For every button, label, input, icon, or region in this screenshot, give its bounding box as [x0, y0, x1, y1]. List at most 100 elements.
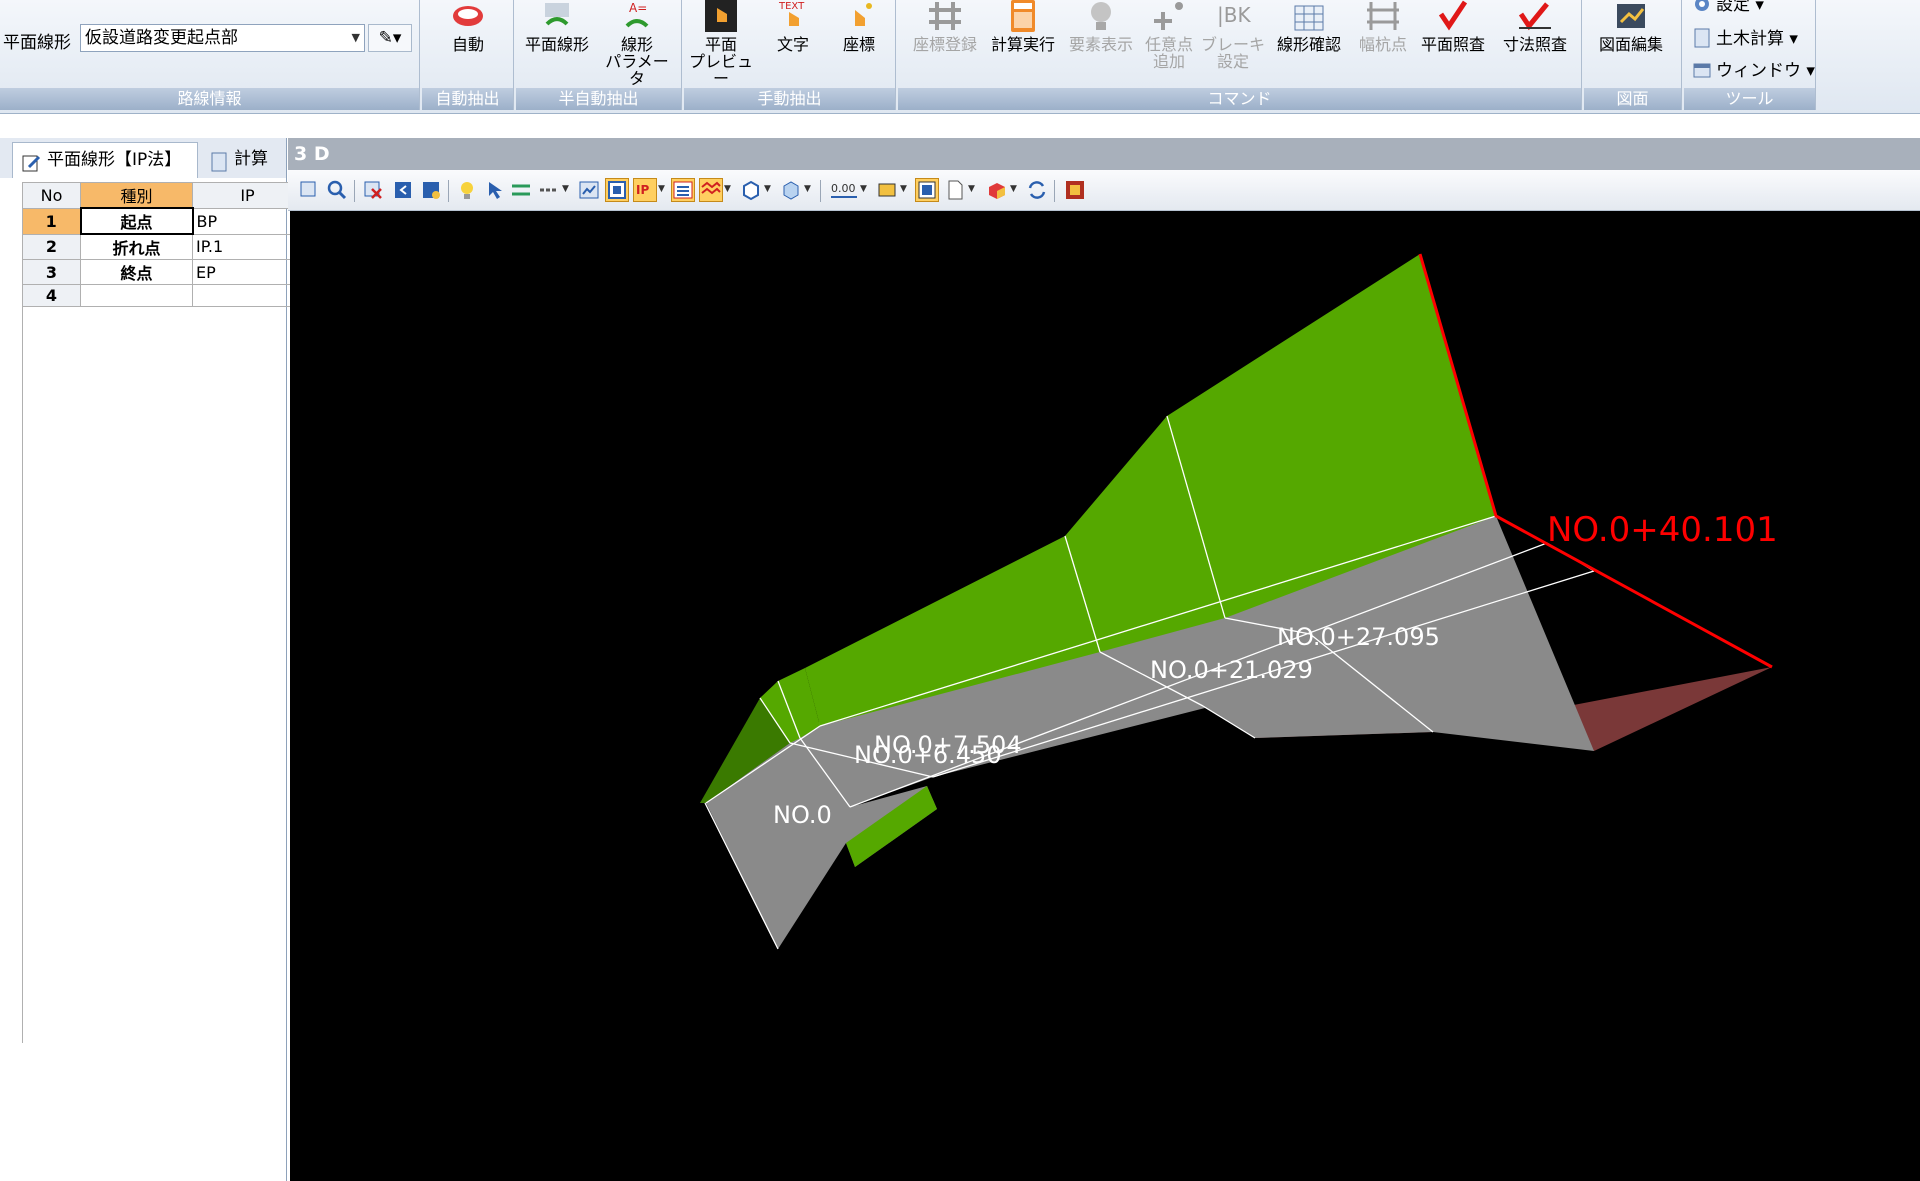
calc-run-label: 計算実行 [990, 35, 1055, 54]
dimension-check-button[interactable]: 寸法照査 [1498, 0, 1572, 88]
ip-cell[interactable] [192, 284, 303, 307]
drawing-edit-icon [1611, 0, 1651, 32]
chevron-down-icon[interactable]: ▼ [658, 184, 665, 194]
layers-cube-icon[interactable] [780, 179, 802, 201]
column-header-ip: IP [192, 182, 303, 209]
table-header-row: No 種別 IP [22, 182, 303, 209]
toolbar-separator [820, 180, 821, 202]
chevron-down-icon[interactable]: ▼ [724, 184, 731, 194]
coord-button[interactable]: 座標 [822, 0, 896, 88]
drawing-edit-button[interactable]: 図面編集 [1594, 0, 1668, 88]
group-route-info: 平面線形 仮設道路変更起点部 ▼ ✎▾ 路線情報 [0, 0, 420, 110]
ip-cell[interactable]: IP.1 [192, 233, 303, 260]
break-setting-button[interactable]: |BK ブレーキ 設定 [1196, 0, 1270, 88]
3d-viewport[interactable]: NO.0 NO.0+6.450 NO.0+7.504 NO.0+21.029 N… [290, 211, 1920, 1181]
calc-run-button[interactable]: 計算実行 [986, 0, 1060, 88]
kind-cell[interactable]: 起点 [79, 207, 194, 235]
sync-icon[interactable] [1026, 179, 1048, 201]
ribbon: 平面線形 仮設道路変更起点部 ▼ ✎▾ 路線情報 自動 自動抽出 平面線形 A=… [0, 0, 1920, 114]
table-row[interactable]: 3 終点 EP [22, 259, 303, 285]
gear-icon [1692, 0, 1712, 14]
tab-calc[interactable]: 計算 [200, 142, 286, 178]
kind-cell[interactable] [80, 284, 193, 307]
alignment-params-button[interactable]: A= 線形 パラメータ [600, 0, 674, 88]
add-point-button[interactable]: 任意点 追加 [1132, 0, 1206, 88]
lightbulb-icon [1081, 0, 1121, 32]
kind-cell[interactable]: 終点 [80, 259, 193, 285]
next-view-icon[interactable] [420, 179, 442, 201]
kind-cell[interactable]: 折れ点 [80, 233, 193, 260]
group-semi-auto: 平面線形 A= 線形 パラメータ 半自動抽出 [516, 0, 682, 110]
color-box-icon[interactable] [986, 179, 1008, 201]
settings-menu[interactable]: 設定 ▾ [1692, 0, 1764, 18]
text-icon-caption: TEXT [778, 1, 805, 12]
chevron-down-icon[interactable]: ▼ [562, 184, 569, 194]
export-icon[interactable] [1064, 179, 1086, 201]
cube-view-icon[interactable] [740, 179, 762, 201]
coord-register-button[interactable]: 座標登録 [908, 0, 982, 88]
pointer-tool-icon[interactable] [484, 179, 506, 201]
group-label-tool: ツール [1684, 88, 1815, 110]
civil-calc-menu[interactable]: 土木計算 ▾ [1692, 26, 1798, 52]
chevron-down-icon[interactable]: ▼ [764, 184, 771, 194]
chevron-down-icon[interactable]: ▼ [968, 184, 975, 194]
document-icon[interactable] [944, 179, 966, 201]
prev-view-icon[interactable] [392, 179, 414, 201]
width-pile-label: 幅杭点 [1358, 35, 1407, 54]
contour-icon[interactable] [699, 178, 723, 202]
route-select[interactable]: 仮設道路変更起点部 ▼ [80, 24, 365, 52]
display-settings-icon[interactable] [578, 179, 600, 201]
delete-view-icon[interactable] [362, 179, 384, 201]
edit-pen-button[interactable]: ✎▾ [368, 24, 412, 52]
ip-display-icon[interactable]: IP [633, 178, 657, 202]
auto-button[interactable]: 自動 [431, 0, 505, 88]
zoom-magnifier-icon[interactable] [326, 179, 348, 201]
chevron-down-icon[interactable]: ▼ [1010, 184, 1017, 194]
zoom-fit-icon[interactable] [915, 178, 939, 202]
frame-select-icon[interactable] [876, 179, 898, 201]
coord-register-label: 座標登録 [912, 35, 977, 54]
ip-list-icon[interactable] [671, 178, 695, 202]
table-row[interactable]: 1 起点 BP [22, 207, 303, 235]
width-pile-button[interactable]: 幅杭点 [1346, 0, 1420, 88]
column-header-no: No [22, 182, 81, 209]
alignment-check-button[interactable]: 線形確認 [1272, 0, 1346, 88]
width-tool-icon[interactable] [510, 179, 532, 201]
group-drawing: 図面編集 図面 [1584, 0, 1682, 110]
plane-check-button[interactable]: 平面照査 [1416, 0, 1490, 88]
tab-plane-alignment[interactable]: 平面線形【IP法】 [12, 142, 198, 178]
row-number: 3 [22, 259, 81, 285]
break-setting-label: ブレーキ 設定 [1200, 35, 1265, 71]
coord-button-label: 座標 [842, 35, 875, 54]
plane-preview-button[interactable]: 平面 プレビュー [684, 0, 758, 88]
station-label-end: NO.0+40.101 [1547, 510, 1778, 550]
edit-note-icon [21, 151, 43, 172]
light-bulb-icon[interactable] [456, 179, 478, 201]
line-style-icon[interactable] [538, 179, 560, 201]
ip-cell[interactable]: EP [192, 259, 303, 285]
window-menu[interactable]: ウィンドウ ▾ [1692, 58, 1815, 84]
chevron-down-icon: ▼ [351, 31, 360, 44]
text-button[interactable]: TEXT 文字 [756, 0, 830, 88]
checkmark-icon [1433, 0, 1473, 32]
decimal-format-icon[interactable]: 0.00 [830, 179, 858, 201]
chevron-down-icon[interactable]: ▼ [860, 184, 867, 194]
chevron-down-icon[interactable]: ▼ [804, 184, 811, 194]
table-row[interactable]: 4 [22, 284, 303, 307]
alignment-params-label: 線形 パラメータ [605, 35, 669, 88]
left-tabs: 平面線形【IP法】 計算 [0, 138, 286, 178]
settings-label: 設定 [1716, 0, 1750, 15]
3d-scene: NO.0 NO.0+6.450 NO.0+7.504 NO.0+21.029 N… [700, 253, 1778, 950]
frame-view-icon[interactable] [605, 178, 629, 202]
ip-cell[interactable]: BP [192, 207, 303, 235]
zoom-window-icon[interactable] [298, 179, 320, 201]
alignment-params-icon: A= [617, 0, 657, 32]
row-number: 1 [22, 207, 81, 235]
tab-plane-alignment-label: 平面線形【IP法】 [47, 150, 182, 170]
chevron-down-icon[interactable]: ▼ [900, 184, 907, 194]
table-row[interactable]: 2 折れ点 IP.1 [22, 233, 303, 260]
column-header-kind: 種別 [80, 182, 193, 209]
station-label-21-029: NO.0+21.029 [1150, 656, 1313, 684]
element-display-button[interactable]: 要素表示 [1064, 0, 1138, 88]
plane-alignment-button[interactable]: 平面線形 [520, 0, 594, 88]
